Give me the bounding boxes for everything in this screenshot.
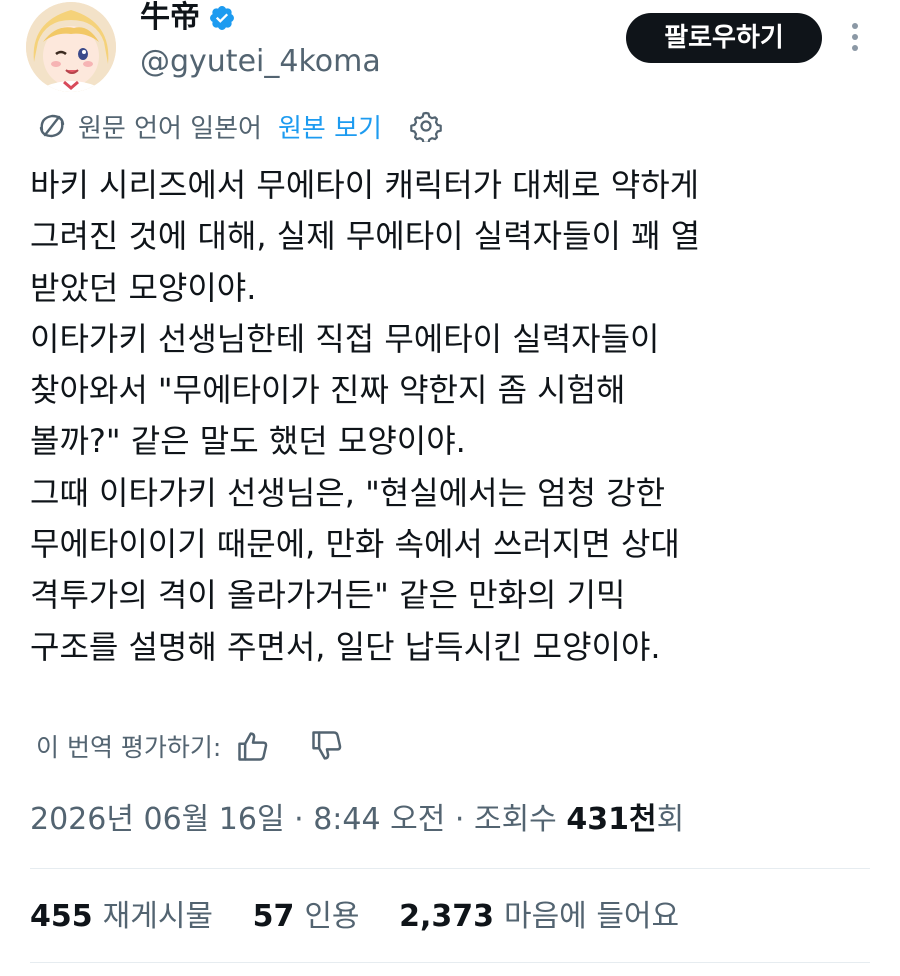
avatar-illustration: [26, 2, 116, 92]
tweet-line: 바키 시리즈에서 무에타이 캐릭터가 대체로 약하게: [30, 166, 700, 204]
author-name[interactable]: 牛帝: [140, 0, 200, 36]
views-count: 431천: [566, 802, 657, 837]
rate-translation-row: 이 번역 평가하기:: [36, 724, 345, 768]
separator: ·: [454, 802, 465, 837]
verified-badge-icon: [210, 6, 234, 30]
tweet-line: 찾아와서 "무에타이가 진짜 약한지 좀 시험해: [30, 371, 626, 410]
divider: [30, 962, 870, 963]
source-language-label: 원문 언어 일본어: [78, 113, 262, 144]
likes-stat[interactable]: 2,373 마음에 들어요: [399, 899, 709, 934]
tweet-line: 무에타이이기 때문에, 만화 속에서 쓰러지면 상대: [30, 525, 680, 564]
retweets-count: 455: [30, 899, 93, 934]
quotes-stat[interactable]: 57 인용: [253, 899, 390, 934]
follow-button[interactable]: 팔로우하기: [626, 13, 822, 63]
tweet-text: 바키 시리즈에서 무에타이 캐릭터가 대체로 약하게 그려진 것에 대해, 실제…: [30, 160, 880, 673]
translation-bar: 원문 언어 일본어 원본 보기: [36, 106, 442, 146]
avatar[interactable]: [26, 2, 116, 92]
retweets-stat[interactable]: 455 재게시물: [30, 899, 243, 934]
tweet-line: 격투가의 격이 올라가거든" 같은 만화의 기믹: [30, 576, 626, 615]
views-prefix: 조회수: [473, 802, 557, 837]
author-name-row[interactable]: 牛帝: [140, 0, 236, 36]
engagement-stats: 455 재게시물 57 인용 2,373 마음에 들어요: [30, 897, 709, 937]
thumbs-up-icon[interactable]: [235, 728, 271, 764]
rate-translation-label: 이 번역 평가하기:: [36, 733, 222, 762]
tweet-line: 볼까?" 같은 말도 했던 모양이야.: [30, 422, 466, 461]
likes-label: 마음에 들어요: [503, 899, 680, 934]
tweet-line: 이타가키 선생님한테 직접 무에타이 실력자들이: [30, 319, 660, 358]
likes-count: 2,373: [399, 899, 494, 934]
quotes-label: 인용: [304, 899, 360, 934]
quotes-count: 57: [252, 899, 295, 934]
retweets-label: 재게시물: [102, 899, 214, 934]
tweet-time[interactable]: 8:44 오전: [313, 802, 445, 837]
divider: [30, 868, 870, 869]
tweet-line: 받았던 모양이야.: [30, 268, 257, 307]
gear-icon[interactable]: [410, 110, 442, 142]
tweet-meta: 2026년 06월 16일 · 8:44 오전 · 조회수 431천회: [30, 800, 684, 840]
translate-icon: [39, 114, 65, 138]
more-options-icon[interactable]: [846, 18, 864, 58]
tweet-date[interactable]: 2026년 06월 16일: [30, 802, 285, 837]
view-original-link[interactable]: 원본 보기: [278, 108, 382, 145]
author-handle[interactable]: @gyutei_4koma: [140, 44, 381, 80]
views-suffix: 회: [656, 802, 685, 837]
separator: ·: [294, 802, 304, 837]
tweet-line: 그려진 것에 대해, 실제 무에타이 실력자들이 꽤 열: [30, 217, 701, 256]
thumbs-down-icon[interactable]: [309, 728, 345, 764]
tweet-line: 그때 이타가키 선생님은, "현실에서는 엄청 강한: [30, 473, 666, 512]
tweet-line: 구조를 설명해 주면서, 일단 납득시킨 모양이야.: [30, 627, 661, 666]
